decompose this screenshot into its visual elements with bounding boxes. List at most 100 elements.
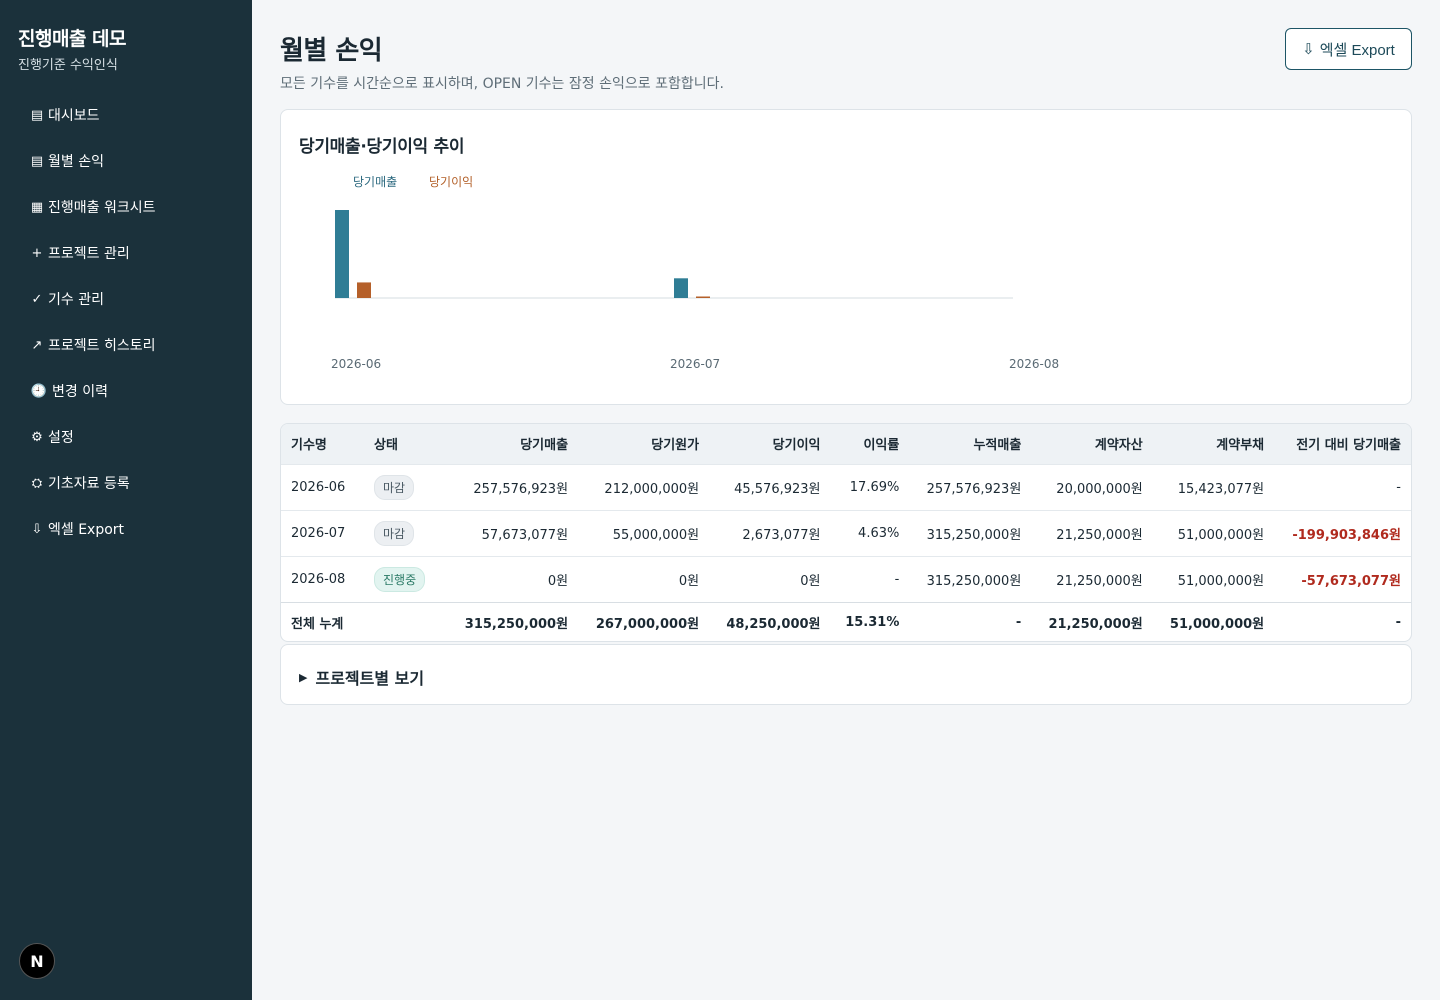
col-cost: 당기원가 [651,438,700,454]
cell-revenue-diff: -57,673,077원 [1274,555,1411,602]
cell-profit: 2,673,077원 [709,509,831,556]
cell-cum-revenue-value: 315,250,000원 [926,527,1022,543]
cell-cost: 0원 [578,555,710,602]
sidebar-item-label: 엑셀 Export [48,522,125,538]
check-icon: ✓ [31,291,43,307]
excel-export-button[interactable]: ⇩ 엑셀 Export [1285,28,1412,70]
sidebar-item-6[interactable]: 🕘 변경 이력 [0,368,252,414]
grid-icon: ▦ [30,199,44,215]
cell-status: 마감 [364,509,447,556]
cell-margin-value: 17.69% [849,479,900,495]
clock-icon: 🕘 [30,383,48,399]
triangle-right-icon: ▶ [299,670,308,684]
cell-cost: 212,000,000원 [578,463,710,510]
cell-period: 2026-07 [281,509,364,556]
app-subtitle: 진행기준 수익인식 [18,58,118,73]
sidebar-item-label: 진행매출 워크시트 [48,200,156,216]
cell-cost-value: 0원 [678,573,700,589]
cell-revenue: 0원 [447,555,579,602]
bar-revenue-2026-06[interactable] [335,210,349,298]
cell-revenue-diff-value: -199,903,846원 [1292,527,1401,543]
excel-export-label: 엑셀 Export [1319,41,1395,59]
sidebar-item-label: 설정 [48,430,74,446]
project-breakdown-label: 프로젝트별 보기 [315,669,425,688]
sidebar: 진행매출 데모 진행기준 수익인식 ▤ 대시보드 ▤ 월별 손익 ▦ 진행매출 워크시트 +… [0,0,252,1000]
sidebar-item-0[interactable]: ▤ 대시보드 [0,92,252,138]
col-revenue-diff: 전기 대비 당기매출 [1296,438,1401,454]
sidebar-item-label: 기초자료 등록 [48,476,130,492]
cell-contract-asset: 21,250,000원 [1031,555,1153,602]
cell-contract-liability: 15,423,077원 [1152,463,1275,510]
bar-revenue-2026-07[interactable] [674,278,688,298]
sidebar-item-label: 기수 관리 [48,292,104,308]
cell-margin-value: 4.63% [858,525,900,541]
cell-revenue: 57,673,077원 [447,509,579,556]
gear-icon: ⚙ [31,429,43,445]
x-tick-label: 2026-07 [670,357,720,371]
sidebar-nav: ▤ 대시보드 ▤ 월별 손익 ▦ 진행매출 워크시트 + 프로젝트 관리 ✓ 기수 관리 ↗ 프로젝트… [0,92,252,552]
bar-profit-2026-07[interactable] [696,296,710,299]
page-title: 월별 손익 [280,36,383,66]
plus-icon: + [31,245,43,261]
total-cell-8: 51,000,000원 [1152,601,1275,641]
sidebar-item-1[interactable]: ▤ 월별 손익 [0,138,252,184]
trend-arrow-icon: ↗ [31,337,43,353]
cell-revenue-value: 0원 [547,573,569,589]
total-cell-5: 15.31% [830,601,910,641]
cell-profit-value: 2,673,077원 [742,527,821,543]
list-icon: ▤ [30,107,44,123]
cell-contract-liability-value: 15,423,077원 [1177,481,1265,497]
total-cell-1 [364,601,447,641]
project-breakdown-card: ▶ 프로젝트별 보기 [280,644,1412,705]
cell-contract-asset-value: 20,000,000원 [1056,481,1143,497]
total-cell-7: 21,250,000원 [1031,601,1153,641]
sidebar-item-9[interactable]: ⇩ 엑셀 Export [0,506,252,552]
bar-profit-2026-06[interactable] [357,282,371,298]
cell-contract-liability-value: 51,000,000원 [1177,573,1265,589]
cell-contract-asset-value: 21,250,000원 [1056,527,1143,543]
cell-period: 2026-08 [281,555,364,602]
sidebar-item-5[interactable]: ↗ 프로젝트 히스토리 [0,322,252,368]
cell-contract-asset-value: 21,250,000원 [1056,573,1143,589]
cell-status: 마감 [364,463,447,510]
monthly-pl-table-card: 기수명 상태 당기매출 당기원가 당기이익 이익률 누적매출 계약자산 계약부채… [280,423,1412,642]
cell-revenue: 257,576,923원 [447,463,579,510]
sidebar-item-label: 변경 이력 [52,384,108,400]
cell-revenue-value: 257,576,923원 [473,481,569,497]
cell-margin-value: - [894,571,900,587]
col-profit: 당기이익 [772,438,821,454]
cell-period: 2026-06 [281,463,364,510]
sidebar-item-7[interactable]: ⚙ 설정 [0,414,252,460]
cell-cost: 55,000,000원 [578,509,710,556]
cell-cost-value: 55,000,000원 [612,527,700,543]
cell-status: 진행중 [364,555,447,602]
cell-profit-value: 0원 [800,573,821,589]
total-cell-3: 267,000,000원 [578,601,710,641]
table-header-row: 기수명 상태 당기매출 당기원가 당기이익 이익률 누적매출 계약자산 계약부채… [281,424,1411,464]
total-cell-6: - [909,601,1032,641]
cell-contract-liability: 51,000,000원 [1152,509,1275,556]
sidebar-item-2[interactable]: ▦ 진행매출 워크시트 [0,184,252,230]
cell-margin: - [830,555,910,602]
sidebar-item-8[interactable]: ⛭ 기초자료 등록 [0,460,252,506]
cell-revenue-diff: - [1274,463,1411,510]
project-breakdown-toggle[interactable]: ▶ 프로젝트별 보기 [299,665,424,689]
table-row: 2026-06 마감 257,576,923원 212,000,000원 45,576,… [281,463,1411,510]
trend-bar-chart: 2026-06 2026-07 2026-08 [331,210,1059,371]
next-logo-badge[interactable]: N [19,943,55,979]
status-badge: 마감 [374,474,415,500]
sidebar-item-3[interactable]: + 프로젝트 관리 [0,230,252,276]
sidebar-item-4[interactable]: ✓ 기수 관리 [0,276,252,322]
download-arrow-icon: ⇩ [1302,41,1315,58]
col-contract-asset: 계약자산 [1094,438,1143,454]
app-title: 진행매출 데모 [18,28,127,50]
cell-revenue-value: 57,673,077원 [481,527,569,543]
cell-cost-value: 212,000,000원 [604,481,700,497]
page-description: 모든 기수를 시간순으로 표시하며, OPEN 기수는 잠정 손익으로 포함합니… [280,76,724,92]
list-icon: ▤ [30,153,44,169]
cell-period-value: 2026-08 [291,571,346,587]
total-cell-9: - [1274,601,1411,641]
col-margin: 이익률 [863,438,900,454]
total-cell-4: 48,250,000원 [709,601,831,641]
cell-period-value: 2026-06 [291,479,346,495]
